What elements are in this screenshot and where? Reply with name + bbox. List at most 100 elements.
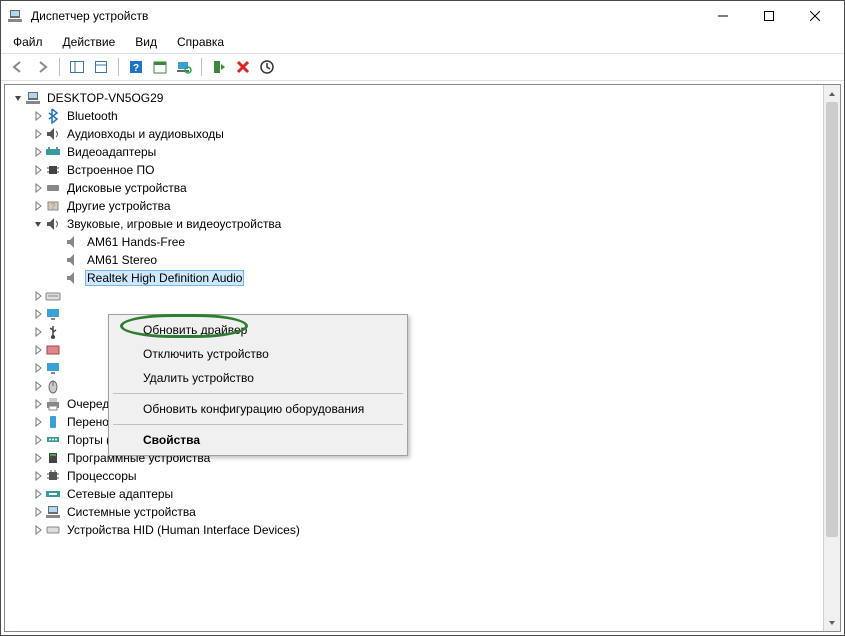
- scroll-up-button[interactable]: [824, 85, 840, 102]
- category-label: Bluetooth: [65, 109, 120, 123]
- tree-root[interactable]: DESKTOP-VN5OG29: [7, 89, 821, 107]
- category-label: Системные устройства: [65, 505, 198, 519]
- category-hidden-1[interactable]: [7, 287, 821, 305]
- category-disk[interactable]: Дисковые устройства: [7, 179, 821, 197]
- expand-icon[interactable]: [31, 417, 45, 427]
- category-label: [65, 325, 72, 339]
- category-video[interactable]: Видеоадаптеры: [7, 143, 821, 161]
- category-firmware[interactable]: Встроенное ПО: [7, 161, 821, 179]
- category-label: Аудиовходы и аудиовыходы: [65, 127, 226, 141]
- disk-icon: [45, 180, 61, 196]
- calendar-button[interactable]: [149, 56, 171, 78]
- expand-icon[interactable]: [31, 507, 45, 517]
- scrollbar-thumb[interactable]: [826, 102, 838, 537]
- separator: [118, 58, 119, 76]
- menu-file[interactable]: Файл: [9, 33, 47, 51]
- menu-separator: [113, 424, 403, 425]
- scrollbar-track[interactable]: [824, 102, 840, 614]
- menu-disable-device[interactable]: Отключить устройство: [111, 342, 405, 366]
- vertical-scrollbar[interactable]: [823, 85, 840, 631]
- expand-icon[interactable]: [31, 471, 45, 481]
- speaker-icon: [65, 270, 81, 286]
- expand-icon[interactable]: [31, 291, 45, 301]
- svg-text:?: ?: [51, 202, 56, 211]
- properties-button[interactable]: [90, 56, 112, 78]
- update-driver-button[interactable]: [256, 56, 278, 78]
- expand-icon[interactable]: [31, 453, 45, 463]
- separator: [59, 58, 60, 76]
- enable-device-button[interactable]: [208, 56, 230, 78]
- speaker-icon: [45, 216, 61, 232]
- forward-button[interactable]: [31, 56, 53, 78]
- menu-action[interactable]: Действие: [59, 33, 120, 51]
- expand-icon[interactable]: [31, 129, 45, 139]
- menu-properties[interactable]: Свойства: [111, 428, 405, 452]
- printer-icon: [45, 396, 61, 412]
- expand-icon[interactable]: [31, 165, 45, 175]
- minimize-button[interactable]: [700, 1, 746, 31]
- speaker-icon: [65, 252, 81, 268]
- category-system[interactable]: Системные устройства: [7, 503, 821, 521]
- device-am61-stereo[interactable]: AM61 Stereo: [7, 251, 821, 269]
- back-button[interactable]: [7, 56, 29, 78]
- close-button[interactable]: [792, 1, 838, 31]
- device-label: AM61 Hands-Free: [85, 235, 187, 249]
- expand-icon[interactable]: [31, 327, 45, 337]
- expand-icon[interactable]: [31, 345, 45, 355]
- menu-update-driver[interactable]: Обновить драйвер: [111, 318, 405, 342]
- expand-icon[interactable]: [31, 381, 45, 391]
- menu-separator: [113, 393, 403, 394]
- category-audio-io[interactable]: Аудиовходы и аудиовыходы: [7, 125, 821, 143]
- computer-icon: [25, 90, 41, 106]
- device-am61-handsfree[interactable]: AM61 Hands-Free: [7, 233, 821, 251]
- collapse-icon[interactable]: [31, 219, 45, 229]
- scan-hardware-button[interactable]: [173, 56, 195, 78]
- unknown-device-icon: ?: [45, 198, 61, 214]
- speaker-icon: [65, 234, 81, 250]
- device-icon: [45, 342, 61, 358]
- category-sound[interactable]: Звуковые, игровые и видеоустройства: [7, 215, 821, 233]
- help-button[interactable]: ?: [125, 56, 147, 78]
- category-label: Сетевые адаптеры: [65, 487, 175, 501]
- keyboard-icon: [45, 288, 61, 304]
- category-label: Устройства HID (Human Interface Devices): [65, 523, 302, 537]
- category-label: Встроенное ПО: [65, 163, 156, 177]
- expand-icon[interactable]: [31, 363, 45, 373]
- monitor-icon: [45, 360, 61, 376]
- category-hid[interactable]: Устройства HID (Human Interface Devices): [7, 521, 821, 539]
- expand-icon[interactable]: [31, 111, 45, 121]
- category-cpu[interactable]: Процессоры: [7, 467, 821, 485]
- category-bluetooth[interactable]: Bluetooth: [7, 107, 821, 125]
- software-device-icon: [45, 450, 61, 466]
- menu-help[interactable]: Справка: [173, 33, 228, 51]
- usb-icon: [45, 324, 61, 340]
- expand-icon[interactable]: [31, 489, 45, 499]
- svg-text:?: ?: [133, 63, 139, 74]
- category-label: Дисковые устройства: [65, 181, 189, 195]
- scroll-down-button[interactable]: [824, 614, 840, 631]
- category-network[interactable]: Сетевые адаптеры: [7, 485, 821, 503]
- collapse-icon[interactable]: [11, 93, 25, 103]
- expand-icon[interactable]: [31, 435, 45, 445]
- menu-scan-hardware[interactable]: Обновить конфигурацию оборудования: [111, 397, 405, 421]
- window-title: Диспетчер устройств: [31, 9, 700, 23]
- menu-view[interactable]: Вид: [131, 33, 161, 51]
- expand-icon[interactable]: [31, 525, 45, 535]
- category-label: Видеоадаптеры: [65, 145, 158, 159]
- expand-icon[interactable]: [31, 183, 45, 193]
- maximize-button[interactable]: [746, 1, 792, 31]
- menu-uninstall-device[interactable]: Удалить устройство: [111, 366, 405, 390]
- expand-icon[interactable]: [31, 201, 45, 211]
- category-other[interactable]: ? Другие устройства: [7, 197, 821, 215]
- mouse-icon: [45, 378, 61, 394]
- uninstall-device-button[interactable]: [232, 56, 254, 78]
- expand-icon[interactable]: [31, 399, 45, 409]
- show-hide-tree-button[interactable]: [66, 56, 88, 78]
- device-label: Realtek High Definition Audio: [85, 270, 244, 286]
- device-realtek-audio[interactable]: Realtek High Definition Audio: [7, 269, 821, 287]
- cpu-icon: [45, 468, 61, 484]
- expand-icon[interactable]: [31, 309, 45, 319]
- context-menu: Обновить драйвер Отключить устройство Уд…: [108, 314, 408, 456]
- titlebar: Диспетчер устройств: [1, 1, 844, 31]
- expand-icon[interactable]: [31, 147, 45, 157]
